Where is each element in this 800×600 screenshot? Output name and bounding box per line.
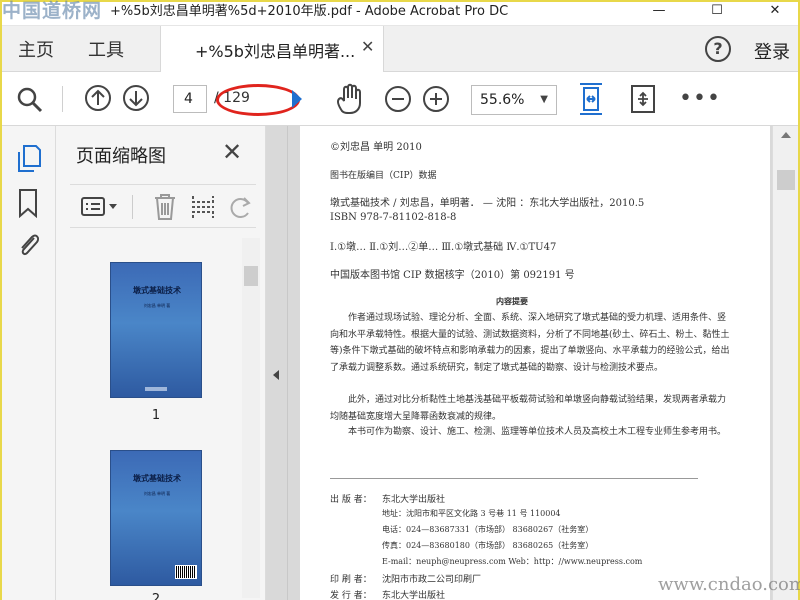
search-icon[interactable]	[16, 86, 44, 114]
abstract-paragraph: 本书可作为勘察、设计、施工、检测、监理等单位技术人员及高校土木工程专业师生参考用…	[348, 427, 727, 437]
thumbnail-cover-title: 墩式基础技术	[133, 474, 181, 483]
distributor-name: 东北大学出版社	[382, 591, 446, 600]
cip-number-line: 中国版本图书馆 CIP 数据核字（2010）第 092191 号	[330, 270, 575, 281]
publisher-phone: 电话：024—83687331（市场部） 83680267（社务室）	[382, 525, 594, 534]
page-number-input[interactable]: 4	[173, 85, 207, 113]
publisher-name: 东北大学出版社	[382, 495, 446, 505]
page-thumbnails-icon[interactable]	[16, 144, 42, 172]
publisher-logo	[145, 387, 167, 391]
page-thumbnail-1[interactable]: 墩式基础技术 刘忠昌 单明 著	[110, 262, 202, 398]
zoom-select[interactable]: 55.6% ▼	[471, 85, 557, 115]
document-tab-close-icon[interactable]: ✕	[361, 37, 374, 56]
distributor-label: 发 行 者：	[330, 591, 372, 600]
chevron-down-icon: ▼	[540, 94, 548, 105]
bookmark-icon[interactable]	[16, 188, 42, 218]
menu-home[interactable]: 主页	[18, 36, 54, 62]
window-title: +%5b刘忠昌单明著%5d+2010年版.pdf - Adobe Acrobat…	[110, 4, 509, 19]
main-toolbar: 4 / 129 55.6% ▼ •••	[2, 72, 798, 126]
arrow-cursor-icon[interactable]	[290, 88, 304, 110]
printer-name: 沈阳市市政二公司印刷厂	[382, 575, 482, 585]
site-watermark: 中国道桥网	[2, 0, 103, 22]
fit-width-icon[interactable]	[576, 82, 606, 116]
publisher-email: E-mail：neuph@neupress.com Web：http：//www…	[382, 557, 643, 566]
fit-page-icon[interactable]	[628, 82, 658, 116]
abstract-paragraph: 此外，通过对比分析黏性土地基浅基础平板载荷试验和单墩竖向静载试验结果，发现两者承…	[330, 395, 727, 422]
document-tab[interactable]: +%5b刘忠昌单明著... ✕	[160, 26, 384, 72]
options-menu-icon[interactable]	[80, 195, 120, 219]
previous-page-icon[interactable]	[84, 84, 112, 112]
thumbnail-page-number: 1	[151, 408, 161, 423]
window-titlebar: 中国道桥网 +%5b刘忠昌单明著%5d+2010年版.pdf - Adobe A…	[2, 0, 798, 26]
zoom-value: 55.6%	[480, 92, 525, 108]
classification-line: Ⅰ.①墩… Ⅱ.①刘…②单… Ⅲ.①墩式基础 Ⅳ.①TU47	[330, 242, 557, 253]
menu-tools[interactable]: 工具	[88, 36, 124, 62]
scrollbar-thumb[interactable]	[244, 266, 258, 286]
extract-page-icon[interactable]	[190, 193, 216, 221]
red-highlight-ellipse	[216, 84, 300, 116]
tools-separator	[132, 195, 133, 219]
toolbar-separator	[62, 86, 63, 112]
zoom-out-icon[interactable]	[384, 85, 412, 113]
zoom-in-icon[interactable]	[422, 85, 450, 113]
cip-line: 墩式基础技术 / 刘忠昌，单明著． — 沈阳 ：东北大学出版社，2010.5	[330, 198, 645, 209]
menu-bar: 主页 工具 +%5b刘忠昌单明著... ✕ ? 登录	[2, 26, 798, 72]
close-window-button[interactable]: ✕	[752, 1, 798, 23]
thumbnail-cover-author: 刘忠昌 单明 著	[143, 491, 171, 496]
attachment-icon[interactable]	[16, 230, 42, 260]
cip-heading: 图书在版编目（CIP）数据	[330, 171, 437, 181]
publisher-label: 出 版 者：	[330, 495, 372, 505]
thumbnail-cover-title: 墩式基础技术	[133, 286, 181, 295]
maximize-button[interactable]: ☐	[694, 1, 740, 23]
thumbnail-tools	[70, 184, 256, 228]
barcode-image	[175, 565, 197, 579]
thumbnail-scrollbar[interactable]	[242, 238, 260, 598]
thumbnail-page-number: 2	[151, 592, 161, 600]
close-icon[interactable]: ✕	[222, 138, 242, 166]
rotate-icon[interactable]	[228, 193, 254, 221]
page-thumbnails-panel: 页面缩略图 ✕ 墩式基础技术 刘忠昌 单明 著 1 墩式基础技术 刘忠昌 单明 …	[56, 126, 266, 600]
next-page-icon[interactable]	[122, 84, 150, 112]
scroll-up-icon[interactable]	[781, 132, 791, 138]
hand-tool-icon[interactable]	[334, 83, 364, 115]
divider-rule	[330, 478, 698, 479]
document-view[interactable]: ©刘忠昌 单明 2010 图书在版编目（CIP）数据 墩式基础技术 / 刘忠昌，…	[288, 126, 772, 600]
login-button[interactable]: 登录	[754, 38, 790, 64]
abstract-paragraph: 作者通过现场试验、理论分析、全面、系统、深入地研究了墩式基础的受力机理、适用条件…	[330, 313, 730, 373]
page-thumbnail-2[interactable]: 墩式基础技术 刘忠昌 单明 著	[110, 450, 202, 586]
document-scrollbar[interactable]	[772, 126, 798, 600]
chevron-left-icon	[273, 370, 279, 380]
left-navigation-rail	[2, 126, 56, 600]
publisher-address: 地址：沈阳市和平区文化路 3 号巷 11 号 110004	[382, 509, 561, 518]
minimize-button[interactable]: —	[636, 1, 682, 23]
publisher-fax: 传真：024—83680180（市场部） 83680265（社务室）	[382, 541, 594, 550]
scrollbar-thumb[interactable]	[777, 170, 795, 190]
site-watermark: www.cndao.com	[658, 574, 800, 595]
isbn-line: ISBN 978-7-81102-818-8	[330, 212, 457, 223]
abstract-title: 内容提要	[496, 296, 528, 306]
pdf-page: ©刘忠昌 单明 2010 图书在版编目（CIP）数据 墩式基础技术 / 刘忠昌，…	[300, 126, 770, 600]
help-icon[interactable]: ?	[705, 36, 731, 62]
document-tab-label: +%5b刘忠昌单明著...	[195, 42, 356, 61]
thumbnail-cover-author: 刘忠昌 单明 著	[143, 303, 171, 308]
panel-title: 页面缩略图	[76, 146, 166, 167]
printer-label: 印 刷 者：	[330, 575, 372, 585]
copyright-line: ©刘忠昌 单明 2010	[330, 142, 422, 153]
panel-collapse-handle[interactable]	[266, 126, 288, 600]
more-tools-icon[interactable]: •••	[679, 86, 721, 111]
delete-page-icon[interactable]	[152, 193, 178, 221]
